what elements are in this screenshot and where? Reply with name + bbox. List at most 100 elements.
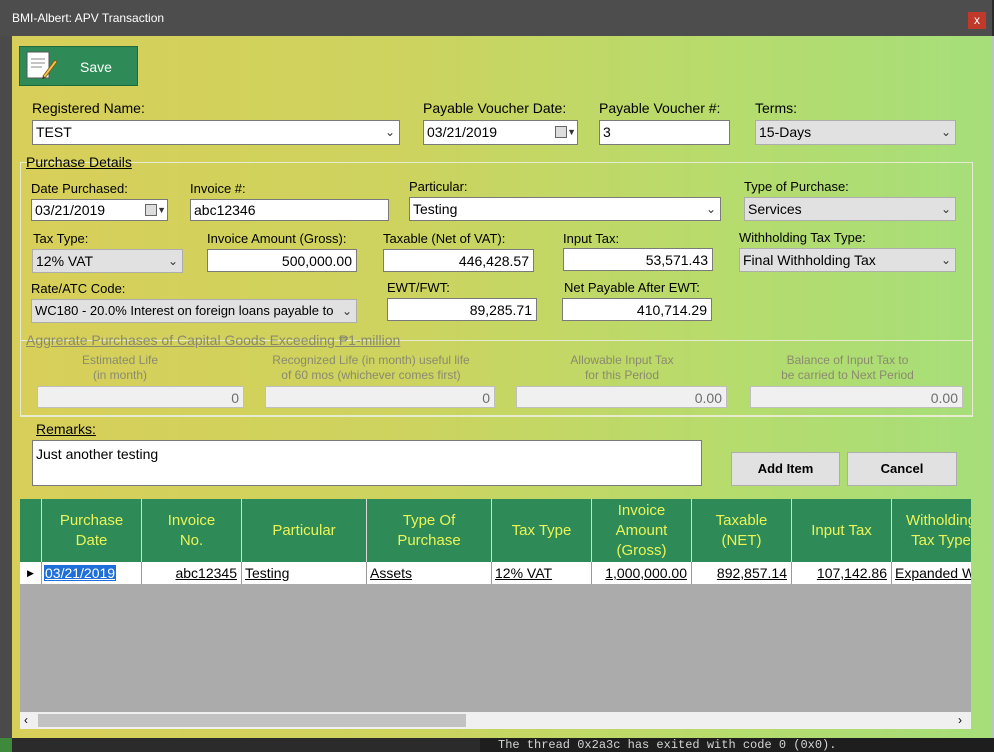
withholding-type-combo[interactable]: Final Withholding Tax ⌄ [739, 248, 956, 272]
column-header-purchase-date[interactable]: Purchase Date [42, 499, 142, 562]
apv-transaction-window: BMI-Albert: APV Transaction x Save Regis… [0, 0, 992, 738]
cell-input-tax[interactable]: 107,142.86 [792, 562, 892, 584]
type-of-purchase-combo[interactable]: Services ⌄ [744, 197, 956, 221]
column-header-particular[interactable]: Particular [242, 499, 367, 562]
remarks-textarea[interactable]: Just another testing [32, 440, 702, 486]
grid-header: Purchase Date Invoice No. Particular Typ… [20, 499, 971, 562]
recognized-life-label: Recognized Life (in month) useful life o… [272, 353, 470, 382]
invoice-amount-input[interactable]: 500,000.00 [207, 249, 357, 272]
scroll-right-icon[interactable]: › [958, 712, 962, 729]
cell-invoice-amount[interactable]: 1,000,000.00 [592, 562, 692, 584]
type-of-purchase-value: Services [748, 201, 802, 217]
terms-combo[interactable]: 15-Days ⌄ [755, 120, 956, 145]
background-console-output: The thread 0x2a3c has exited with code 0… [480, 738, 994, 752]
cancel-button[interactable]: Cancel [847, 452, 957, 486]
cell-invoice-no[interactable]: abc12345 [142, 562, 242, 584]
voucher-no-label: Payable Voucher #: [599, 100, 721, 116]
invoice-no-label: Invoice #: [190, 181, 246, 196]
save-document-icon [26, 51, 58, 79]
form-client-area: Save Registered Name: TEST ⌄ Payable Vou… [12, 36, 992, 738]
calendar-icon [555, 126, 567, 138]
chevron-down-icon: ⌄ [167, 254, 178, 268]
taxable-label: Taxable (Net of VAT): [383, 231, 506, 246]
recognized-life-input[interactable]: 0 [265, 386, 495, 408]
particular-label: Particular: [409, 179, 468, 194]
withholding-type-value: Final Withholding Tax [743, 252, 876, 268]
window-title: BMI-Albert: APV Transaction [12, 11, 165, 25]
cell-taxable[interactable]: 892,857.14 [692, 562, 792, 584]
ewt-fwt-input[interactable]: 89,285.71 [387, 298, 537, 321]
items-grid: Purchase Date Invoice No. Particular Typ… [20, 499, 971, 712]
column-header-withholding[interactable]: Witholding Tax Type [892, 499, 971, 562]
cell-purchase-date[interactable]: 03/21/2019 [42, 562, 142, 584]
column-header-taxable[interactable]: Taxable (NET) [692, 499, 792, 562]
registered-name-label: Registered Name: [32, 100, 145, 116]
balance-input-tax-label: Balance of Input Tax to be carried to Ne… [781, 353, 914, 382]
save-button-label: Save [80, 59, 112, 75]
withholding-type-label: Withholding Tax Type: [739, 230, 866, 245]
input-tax-input[interactable]: 53,571.43 [563, 248, 713, 271]
toolbar: Save [12, 36, 992, 96]
terms-value: 15-Days [759, 124, 812, 140]
chevron-down-icon: ⌄ [705, 202, 716, 216]
taxable-input[interactable]: 446,428.57 [383, 249, 534, 272]
voucher-no-input[interactable]: 3 [599, 120, 730, 145]
voucher-date-picker[interactable]: 03/21/2019 ▼ [423, 120, 578, 145]
column-header-invoice-amount[interactable]: Invoice Amount (Gross) [592, 499, 692, 562]
invoice-no-input[interactable]: abc12346 [190, 199, 389, 221]
allowable-input-tax-input[interactable]: 0.00 [516, 386, 727, 408]
tax-type-combo[interactable]: 12% VAT ⌄ [32, 249, 183, 273]
input-tax-label: Input Tax: [563, 231, 620, 246]
registered-name-combo[interactable]: TEST ⌄ [32, 120, 400, 145]
purchase-details-title: Purchase Details [26, 154, 132, 170]
date-purchased-value: 03/21/2019 [35, 202, 106, 218]
particular-value: Testing [413, 201, 458, 217]
add-item-button[interactable]: Add Item [731, 452, 840, 486]
date-purchased-label: Date Purchased: [31, 181, 128, 196]
grid-horizontal-scrollbar[interactable]: ‹ › [20, 712, 971, 729]
tax-type-label: Tax Type: [33, 231, 89, 246]
column-header-invoice-no[interactable]: Invoice No. [142, 499, 242, 562]
scrollbar-thumb[interactable] [38, 714, 466, 727]
net-payable-input[interactable]: 410,714.29 [562, 298, 712, 321]
estimated-life-input[interactable]: 0 [37, 386, 244, 408]
tax-type-value: 12% VAT [36, 253, 94, 269]
column-header-tax-type[interactable]: Tax Type [492, 499, 592, 562]
remarks-label: Remarks: [36, 421, 96, 437]
save-button[interactable]: Save [19, 46, 138, 86]
ewt-fwt-label: EWT/FWT: [387, 280, 450, 295]
chevron-down-icon: ⌄ [384, 125, 395, 139]
rate-atc-value: WC180 - 20.0% Interest on foreign loans … [35, 303, 334, 318]
title-bar: BMI-Albert: APV Transaction x [0, 0, 992, 36]
table-row[interactable]: ▶ 03/21/2019 abc12345 Testing Assets 12%… [20, 562, 971, 584]
cell-withholding[interactable]: Expanded Withholding Tax [892, 562, 971, 584]
particular-combo[interactable]: Testing ⌄ [409, 197, 721, 221]
voucher-date-label: Payable Voucher Date: [423, 100, 567, 116]
close-button[interactable]: x [968, 12, 986, 29]
net-payable-label: Net Payable After EWT: [564, 280, 700, 295]
row-header-corner [20, 499, 42, 562]
invoice-amount-label: Invoice Amount (Gross): [207, 231, 347, 246]
column-header-type-of-purchase[interactable]: Type Of Purchase [367, 499, 492, 562]
chevron-down-icon: ⌄ [341, 304, 352, 318]
cell-particular[interactable]: Testing [242, 562, 367, 584]
balance-input-tax-input[interactable]: 0.00 [750, 386, 963, 408]
type-of-purchase-label: Type of Purchase: [744, 179, 849, 194]
row-selector-icon[interactable]: ▶ [20, 562, 42, 584]
cell-tax-type[interactable]: 12% VAT [492, 562, 592, 584]
allowable-input-tax-label: Allowable Input Tax for this Period [570, 353, 674, 382]
scroll-left-icon[interactable]: ‹ [24, 712, 28, 729]
chevron-down-icon: ⌄ [940, 125, 951, 139]
chevron-down-icon: ▼ [567, 127, 576, 137]
chevron-down-icon: ⌄ [940, 202, 951, 216]
terms-label: Terms: [755, 100, 797, 116]
chevron-down-icon: ▼ [157, 205, 166, 215]
chevron-down-icon: ⌄ [940, 253, 951, 267]
cell-type-of-purchase[interactable]: Assets [367, 562, 492, 584]
calendar-icon [145, 204, 157, 216]
registered-name-value: TEST [36, 124, 72, 140]
rate-atc-combo[interactable]: WC180 - 20.0% Interest on foreign loans … [31, 299, 357, 323]
date-purchased-picker[interactable]: 03/21/2019 ▼ [31, 199, 168, 221]
column-header-input-tax[interactable]: Input Tax [792, 499, 892, 562]
estimated-life-label: Estimated Life (in month) [81, 353, 159, 382]
